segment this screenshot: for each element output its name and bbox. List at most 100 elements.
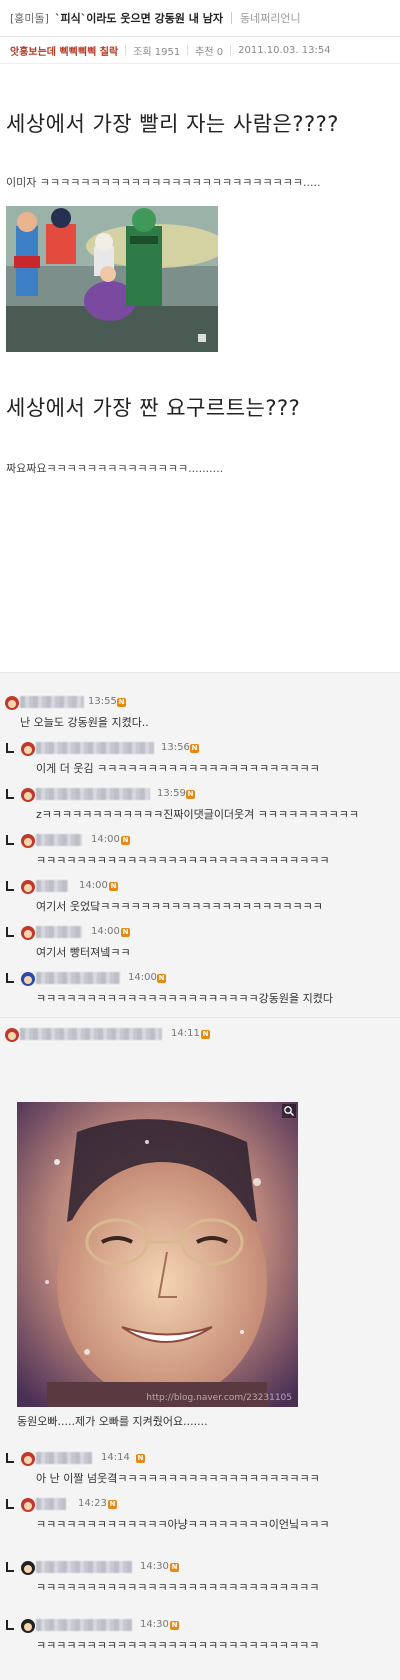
new-badge: N (190, 744, 199, 753)
nickname-blurred[interactable] (36, 742, 154, 754)
comment-text: 여기서 웃었닼ㅋㅋㅋㅋㅋㅋㅋㅋㅋㅋㅋㅋㅋㅋㅋㅋㅋㅋㅋㅋㅋㅋ (36, 900, 323, 913)
avatar[interactable] (20, 1560, 36, 1576)
reply-arrow-icon (6, 743, 14, 753)
portrait-image (17, 1102, 298, 1407)
comment-text: ㅋㅋㅋㅋㅋㅋㅋㅋㅋㅋㅋㅋㅋ아냥ㅋㅋㅋㅋㅋㅋㅋㅋ이언닠ㅋㅋㅋ (36, 1518, 330, 1531)
post-answer-1: 이미자 ㅋㅋㅋㅋㅋㅋㅋㅋㅋㅋㅋㅋㅋㅋㅋㅋㅋㅋㅋㅋㅋㅋㅋㅋㅋㅋ..... (6, 176, 321, 189)
comment-time: 14:30 (140, 1561, 169, 1572)
comment-text: ㅋㅋㅋㅋㅋㅋㅋㅋㅋㅋㅋㅋㅋㅋㅋㅋㅋㅋㅋㅋㅋㅋㅋㅋㅋㅋㅋㅋㅋ (36, 854, 330, 867)
comment-text: 아 난 이짤 넘웃곀ㅋㅋㅋㅋㅋㅋㅋㅋㅋㅋㅋㅋㅋㅋㅋㅋㅋㅋㅋㅋ (36, 1472, 320, 1485)
nickname-blurred[interactable] (36, 1619, 132, 1631)
comment-text: 이게 더 웃김 ㅋㅋㅋㅋㅋㅋㅋㅋㅋㅋㅋㅋㅋㅋㅋㅋㅋㅋㅋㅋㅋㅋ (36, 762, 320, 775)
new-badge: N (170, 1621, 179, 1630)
new-badge: N (170, 1563, 179, 1572)
avatar[interactable] (20, 1618, 36, 1634)
recommend-count: 추천 0 (195, 46, 224, 58)
nickname-blurred[interactable] (36, 926, 82, 938)
comment-time: 14:00 (91, 834, 120, 845)
post-title: `피식`이라도 웃으면 강동원 내 남자 (54, 12, 223, 25)
nickname-blurred[interactable] (36, 972, 120, 984)
new-badge: N (108, 1500, 117, 1509)
comment-text: 동원오빠.....제가 오빠를 지켜줬어요....... (17, 1415, 208, 1428)
nickname-blurred[interactable] (36, 788, 150, 800)
comment-item: 13:55 N 난 오늘도 강동원을 지켰다.. (0, 687, 400, 733)
reply-arrow-icon (6, 973, 14, 983)
post-meta: 앗홍보는데 삑삑삑삑 칠락 조회 1951 추천 0 2011.10.03. 1… (0, 37, 400, 64)
post-header: [홍미돌] `피식`이라도 웃으면 강동원 내 남자 동네쩌리언니 (0, 0, 400, 37)
zoom-icon[interactable] (282, 1104, 296, 1118)
reply-arrow-icon (6, 789, 14, 799)
post-question-1: 세상에서 가장 빨리 자는 사람은???? (6, 112, 339, 136)
comment-time: 14:14 (101, 1452, 130, 1463)
comment-divider (0, 1017, 400, 1018)
meta-divider (230, 45, 232, 55)
reply-arrow-icon (6, 835, 14, 845)
post-question-2: 세상에서 가장 짠 요구르트는??? (6, 396, 301, 420)
reply-arrow-icon (6, 1620, 14, 1630)
view-count: 조회 1951 (133, 46, 181, 58)
comment-reply: 14:00 N ㅋㅋㅋㅋㅋㅋㅋㅋㅋㅋㅋㅋㅋㅋㅋㅋㅋㅋㅋㅋㅋㅋ강동원을 지켰다 (0, 963, 400, 1009)
avatar[interactable] (20, 787, 36, 803)
comment-time: 14:11 (171, 1028, 200, 1039)
avatar[interactable] (4, 1027, 20, 1043)
reply-arrow-icon (6, 927, 14, 937)
new-badge: N (157, 974, 166, 983)
new-badge: N (136, 1454, 145, 1463)
avatar[interactable] (20, 971, 36, 987)
post-answer-2: 짜요짜요ㅋㅋㅋㅋㅋㅋㅋㅋㅋㅋㅋㅋㅋㅋ.......... (6, 462, 224, 475)
avatar[interactable] (20, 1497, 36, 1513)
comment-reply: 14:30 N ㅋㅋㅋㅋㅋㅋㅋㅋㅋㅋㅋㅋㅋㅋㅋㅋㅋㅋㅋㅋㅋㅋㅋㅋㅋㅋㅋㅋ (0, 1552, 400, 1598)
avatar[interactable] (20, 1451, 36, 1467)
nickname-blurred[interactable] (36, 834, 82, 846)
nickname-blurred[interactable] (36, 1561, 132, 1573)
new-badge: N (186, 790, 195, 799)
avatar[interactable] (20, 879, 36, 895)
post-datetime: 2011.10.03. 13:54 (238, 44, 331, 56)
comment-text: ㅋㅋㅋㅋㅋㅋㅋㅋㅋㅋㅋㅋㅋㅋㅋㅋㅋㅋㅋㅋㅋㅋㅋㅋㅋㅋㅋㅋ (36, 1581, 320, 1594)
comment-reply: 14:00 N ㅋㅋㅋㅋㅋㅋㅋㅋㅋㅋㅋㅋㅋㅋㅋㅋㅋㅋㅋㅋㅋㅋㅋㅋㅋㅋㅋㅋㅋ (0, 825, 400, 871)
meta-divider (125, 45, 127, 55)
avatar[interactable] (20, 925, 36, 941)
reply-arrow-icon (6, 1499, 14, 1509)
comment-text: ㅋㅋㅋㅋㅋㅋㅋㅋㅋㅋㅋㅋㅋㅋㅋㅋㅋㅋㅋㅋㅋㅋ강동원을 지켰다 (36, 992, 333, 1005)
photo-watermark: http://blog.naver.com/23231105 (146, 1393, 292, 1403)
comment-text: zㅋㅋㅋㅋㅋㅋㅋㅋㅋㅋㅋㅋ진짜이댓글이더웃겨 ㅋㅋㅋㅋㅋㅋㅋㅋㅋㅋ (36, 808, 359, 821)
nickname-blurred[interactable] (20, 696, 84, 708)
meta-divider (187, 45, 189, 55)
comment-reply: 14:14 N 아 난 이짤 넘웃곀ㅋㅋㅋㅋㅋㅋㅋㅋㅋㅋㅋㅋㅋㅋㅋㅋㅋㅋㅋㅋ (0, 1443, 400, 1489)
comment-text: ㅋㅋㅋㅋㅋㅋㅋㅋㅋㅋㅋㅋㅋㅋㅋㅋㅋㅋㅋㅋㅋㅋㅋㅋㅋㅋㅋㅋ (36, 1639, 320, 1652)
comment-text: 여기서 빵터져넼ㅋㅋ (36, 946, 131, 959)
post-author[interactable]: 동네쩌리언니 (240, 10, 301, 26)
comment-time: 14:00 (79, 880, 108, 891)
nickname-blurred[interactable] (20, 1028, 162, 1040)
comment-time: 13:59 (157, 788, 186, 799)
avatar[interactable] (20, 741, 36, 757)
comment-reply: 14:00 N 여기서 웃었닼ㅋㅋㅋㅋㅋㅋㅋㅋㅋㅋㅋㅋㅋㅋㅋㅋㅋㅋㅋㅋㅋㅋ (0, 871, 400, 917)
comment-reply: 14:00 N 여기서 빵터져넼ㅋㅋ (0, 917, 400, 963)
avatar[interactable] (4, 695, 20, 711)
reply-arrow-icon (6, 881, 14, 891)
comment-time: 14:00 (128, 972, 157, 983)
new-badge: N (121, 928, 130, 937)
new-badge: N (117, 698, 126, 707)
nickname-blurred[interactable] (36, 880, 68, 892)
new-badge: N (201, 1030, 210, 1039)
comment-time: 13:56 (161, 742, 190, 753)
comment-reply: 13:56 N 이게 더 웃김 ㅋㅋㅋㅋㅋㅋㅋㅋㅋㅋㅋㅋㅋㅋㅋㅋㅋㅋㅋㅋㅋㅋ (0, 733, 400, 779)
reply-arrow-icon (6, 1453, 14, 1463)
reply-arrow-icon (6, 1562, 14, 1572)
post-category[interactable]: [홍미돌] (10, 10, 49, 26)
new-badge: N (109, 882, 118, 891)
avatar[interactable] (20, 833, 36, 849)
post-body: 세상에서 가장 빨리 자는 사람은???? 이미자 ㅋㅋㅋㅋㅋㅋㅋㅋㅋㅋㅋㅋㅋㅋ… (0, 108, 400, 476)
nickname-blurred[interactable] (36, 1452, 92, 1464)
header-divider (230, 12, 232, 24)
post-subject[interactable]: 앗홍보는데 삑삑삑삑 칠락 (10, 43, 118, 58)
comment-photo[interactable]: http://blog.naver.com/23231105 (17, 1102, 298, 1407)
comment-time: 14:30 (140, 1619, 169, 1630)
nickname-blurred[interactable] (36, 1498, 66, 1510)
comment-time: 13:55 (88, 696, 117, 707)
comment-time: 14:23 (78, 1498, 107, 1509)
comment-item: 14:11 N (0, 1019, 400, 1065)
comment-time: 14:00 (91, 926, 120, 937)
